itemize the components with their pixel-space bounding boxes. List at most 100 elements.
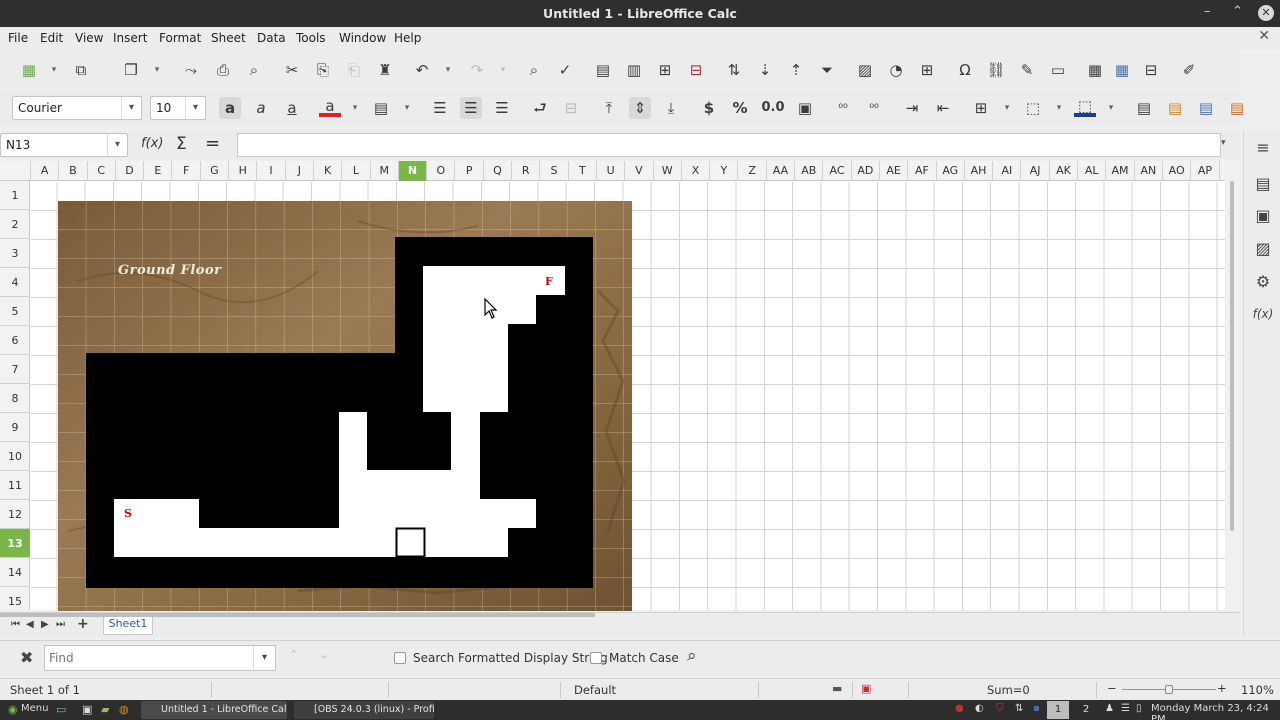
comment-icon[interactable]: ✎ xyxy=(1016,59,1038,81)
gallery-icon[interactable]: ▨ xyxy=(1252,238,1274,260)
print-preview-icon[interactable]: ⌕ xyxy=(243,59,265,81)
column-header[interactable]: AD xyxy=(852,161,880,181)
align-left-icon[interactable]: ☰ xyxy=(429,97,451,119)
column-header[interactable]: AJ xyxy=(1022,161,1050,181)
open-dropdown-icon[interactable]: ▾ xyxy=(152,59,162,81)
freeze-rows-columns-icon[interactable]: ▦ xyxy=(1111,59,1133,81)
column-header[interactable]: W xyxy=(654,161,682,181)
last-sheet-icon[interactable]: ⏭ xyxy=(56,619,65,630)
find-input[interactable]: Find ▾ xyxy=(44,645,276,671)
column-header[interactable]: AO xyxy=(1163,161,1192,181)
row-icon[interactable]: ▤ xyxy=(592,59,614,81)
sum-button[interactable]: Σ xyxy=(176,134,187,154)
record-tray-icon[interactable]: ● xyxy=(955,703,964,714)
pivot-table-icon[interactable]: ⊞ xyxy=(916,59,938,81)
column-header[interactable]: AI xyxy=(993,161,1022,181)
mint-menu-icon[interactable]: ◉ xyxy=(8,703,18,716)
user-tray-icon[interactable]: ♟ xyxy=(1105,703,1114,714)
row-header[interactable]: 2 xyxy=(0,210,30,239)
row-header[interactable]: 1 xyxy=(0,181,30,210)
column-header[interactable]: AL xyxy=(1078,161,1107,181)
zoom-out-icon[interactable]: − xyxy=(1107,681,1117,695)
column-header[interactable]: A xyxy=(31,161,60,181)
maximize-button[interactable]: ⌃ xyxy=(1232,4,1243,19)
column-header[interactable]: AM xyxy=(1106,161,1135,181)
merge-cells-icon[interactable]: ⊟ xyxy=(560,97,582,119)
zoom-slider-handle[interactable] xyxy=(1165,685,1173,694)
search-formatted-checkbox[interactable] xyxy=(394,652,406,664)
function-wizard-button[interactable]: f(x) xyxy=(141,136,163,151)
browser-icon[interactable]: ◍ xyxy=(119,703,129,716)
border-style-icon[interactable]: ⬚ xyxy=(1022,97,1044,119)
selection-mode-icon[interactable]: ▬ xyxy=(832,682,842,695)
column-header[interactable]: S xyxy=(540,161,569,181)
clock[interactable]: Monday March 23, 4:24 PM xyxy=(1151,703,1280,720)
sort-ascending-icon[interactable]: ⇣ xyxy=(754,59,776,81)
row-header[interactable]: 6 xyxy=(0,326,30,355)
increase-indent-icon[interactable]: ⇥ xyxy=(901,97,923,119)
define-print-area-icon[interactable]: ▦ xyxy=(1084,59,1106,81)
font-name-combo[interactable]: Courier ▾ xyxy=(12,96,142,120)
row-header[interactable]: 8 xyxy=(0,384,30,413)
first-sheet-icon[interactable]: ⏮ xyxy=(11,619,20,630)
align-center-icon[interactable]: ☰ xyxy=(460,97,482,119)
terminal-icon[interactable]: ▣ xyxy=(82,703,92,716)
name-box[interactable]: N13 ▾ xyxy=(0,133,128,157)
cut-icon[interactable]: ✂ xyxy=(281,59,303,81)
column-header[interactable]: AG xyxy=(937,161,965,181)
shield-tray-icon[interactable]: ⛉ xyxy=(996,703,1004,714)
workspace-2[interactable]: 2 xyxy=(1075,701,1097,719)
align-right-icon[interactable]: ☰ xyxy=(491,97,513,119)
close-find-bar-icon[interactable]: ✖ xyxy=(20,648,33,667)
column-header[interactable]: B xyxy=(59,161,88,181)
functions-icon[interactable]: f(x) xyxy=(1252,303,1274,325)
redo-icon[interactable]: ↷ xyxy=(466,59,488,81)
find-next-icon[interactable]: ⌄ xyxy=(319,648,328,661)
zoom-level[interactable]: 110% xyxy=(1241,683,1274,697)
align-bottom-icon[interactable]: ⤓ xyxy=(660,97,682,119)
wifi-tray-icon[interactable]: ☰ xyxy=(1121,703,1130,714)
row-header[interactable]: 14 xyxy=(0,558,30,587)
close-document-icon[interactable]: ✕ xyxy=(1258,28,1270,44)
column-header[interactable]: L xyxy=(342,161,371,181)
insert-chart-icon[interactable]: ◔ xyxy=(885,59,907,81)
dungeon-map-image[interactable]: Ground Floor S F xyxy=(58,201,632,611)
column-header[interactable]: K xyxy=(314,161,343,181)
bold-icon[interactable]: a xyxy=(219,97,241,119)
split-window-icon[interactable]: ⊟ xyxy=(1140,59,1162,81)
underline-icon[interactable]: a xyxy=(281,97,303,119)
formula-button[interactable]: = xyxy=(205,133,220,154)
delete-decimal-place-icon[interactable]: ⁰⁰ xyxy=(863,97,885,119)
align-top-icon[interactable]: ⤒ xyxy=(598,97,620,119)
autofilter-icon[interactable]: ⏷ xyxy=(816,59,838,81)
border-color-icon[interactable]: ⬚ xyxy=(1074,95,1096,117)
close-window-button[interactable]: ✕ xyxy=(1258,5,1274,21)
background-color-dropdown-icon[interactable]: ▾ xyxy=(402,97,412,119)
column-icon[interactable]: ▥ xyxy=(623,59,645,81)
row-header[interactable]: 5 xyxy=(0,297,30,326)
add-decimal-place-icon[interactable]: ⁰⁰ xyxy=(832,97,854,119)
column-header[interactable]: AE xyxy=(880,161,909,181)
chevron-down-icon[interactable]: ▾ xyxy=(107,134,127,156)
column-header[interactable]: AP xyxy=(1191,161,1220,181)
column-header[interactable]: C xyxy=(88,161,116,181)
column-header[interactable]: I xyxy=(257,161,286,181)
menu-view[interactable]: View xyxy=(75,31,103,45)
select-all-corner[interactable] xyxy=(0,161,31,181)
header-footer-icon[interactable]: ▭ xyxy=(1047,59,1069,81)
color-scale-icon[interactable]: ▤ xyxy=(1164,97,1186,119)
sort-descending-icon[interactable]: ⇡ xyxy=(785,59,807,81)
column-header[interactable]: N xyxy=(398,161,428,181)
menu-data[interactable]: Data xyxy=(257,31,286,45)
column-header[interactable]: Z xyxy=(739,161,767,181)
row-header[interactable]: 11 xyxy=(0,471,30,500)
borders-dropdown-icon[interactable]: ▾ xyxy=(1002,97,1012,119)
styles-icon[interactable]: ▣ xyxy=(1252,205,1274,227)
column-header[interactable]: X xyxy=(682,161,711,181)
column-header[interactable]: Y xyxy=(710,161,739,181)
font-color-dropdown-icon[interactable]: ▾ xyxy=(350,97,360,119)
column-header[interactable]: AC xyxy=(823,161,852,181)
taskbar-app-calc[interactable]: Untitled 1 - LibreOffice Calc xyxy=(141,701,287,719)
minimize-button[interactable]: – xyxy=(1204,4,1211,19)
document-modified-icon[interactable]: ▣ xyxy=(861,682,871,695)
